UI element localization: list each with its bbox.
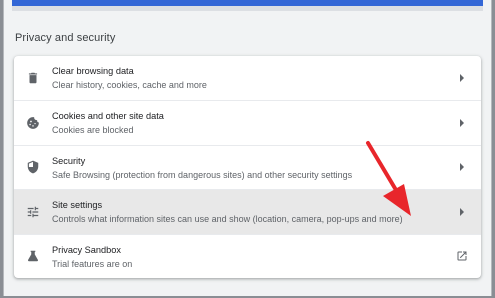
row-title: Privacy Sandbox xyxy=(52,244,121,255)
row-subtitle: Controls what information sites can use … xyxy=(52,214,403,225)
cookie-icon xyxy=(26,116,40,130)
chevron-right-icon xyxy=(455,160,469,174)
row-subtitle: Clear history, cookies, cache and more xyxy=(52,80,207,90)
row-title: Cookies and other site data xyxy=(52,111,164,122)
row-subtitle: Cookies are blocked xyxy=(52,125,134,136)
security-row[interactable]: Security Safe Browsing (protection from … xyxy=(14,144,481,189)
row-title: Clear browsing data xyxy=(52,66,134,76)
tune-sliders-icon xyxy=(26,205,40,219)
trash-icon xyxy=(26,71,40,85)
settings-window: Privacy and security Clear browsing data… xyxy=(3,0,492,296)
shield-icon xyxy=(26,160,40,174)
flask-icon xyxy=(26,249,40,263)
row-subtitle: Trial features are on xyxy=(52,258,133,269)
clear-browsing-data-row[interactable]: Clear browsing data Clear history, cooki… xyxy=(14,56,481,100)
row-title: Security xyxy=(52,155,86,166)
section-title: Privacy and security xyxy=(15,32,116,44)
cookies-row[interactable]: Cookies and other site data Cookies are … xyxy=(14,100,481,144)
chevron-right-icon xyxy=(455,71,469,85)
privacy-sandbox-row[interactable]: Privacy Sandbox Trial features are on xyxy=(14,233,481,278)
privacy-settings-card: Clear browsing data Clear history, cooki… xyxy=(14,56,481,278)
row-subtitle: Safe Browsing (protection from dangerous… xyxy=(52,169,353,180)
top-bar xyxy=(12,0,483,11)
row-title: Site settings xyxy=(52,200,103,211)
accent-bar xyxy=(12,0,483,6)
open-in-new-icon[interactable] xyxy=(455,249,469,263)
site-settings-row[interactable]: Site settings Controls what information … xyxy=(14,189,481,234)
chevron-right-icon xyxy=(455,205,469,219)
chevron-right-icon xyxy=(455,116,469,130)
